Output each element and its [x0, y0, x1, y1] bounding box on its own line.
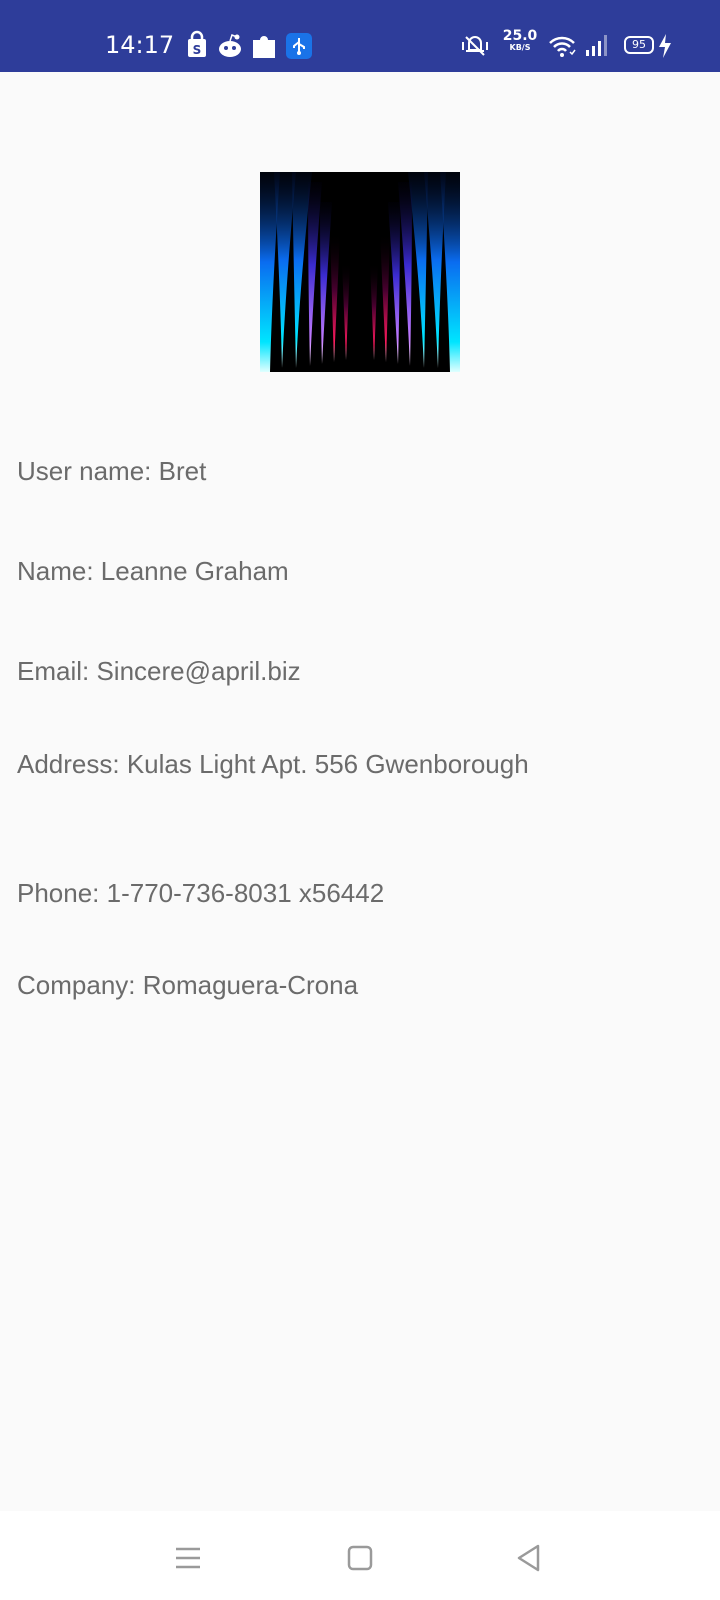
company-label: Company: Romaguera-Crona: [17, 970, 359, 1000]
status-time: 14:17: [105, 31, 175, 59]
reddit-icon: [219, 34, 241, 57]
shopping-bag-icon: S: [188, 30, 206, 57]
back-icon[interactable]: [510, 1538, 550, 1578]
network-speed-value: 25.0: [502, 28, 538, 44]
phone-label: Phone: 1-770-736-8031 x56442: [17, 878, 385, 908]
status-bar: 14:17 S 25.0 KB/S 95: [0, 0, 720, 72]
name-label: Name: Leanne Graham: [17, 556, 289, 586]
network-speed-unit: KB/S: [509, 43, 531, 52]
network-speed: 25.0 KB/S: [502, 29, 538, 52]
battery-indicator: 95: [624, 36, 654, 54]
address-label: Address: Kulas Light Apt. 556 Gwenboroug…: [17, 749, 529, 779]
charging-icon: [659, 34, 671, 58]
svg-text:S: S: [193, 43, 202, 57]
battery-level: 95: [632, 38, 646, 51]
email-label: Email: Sincere@april.biz: [17, 656, 301, 686]
puzzle-icon: [253, 36, 275, 58]
usb-icon: [286, 33, 312, 59]
navigation-bar: [0, 1511, 720, 1600]
home-icon[interactable]: [340, 1538, 380, 1578]
user-avatar-image: [260, 172, 460, 372]
vibrate-icon: [462, 36, 488, 56]
signal-icon: [586, 35, 607, 56]
wifi-icon: [549, 36, 576, 57]
menu-icon[interactable]: [168, 1538, 208, 1578]
username-label: User name: Bret: [17, 456, 207, 486]
